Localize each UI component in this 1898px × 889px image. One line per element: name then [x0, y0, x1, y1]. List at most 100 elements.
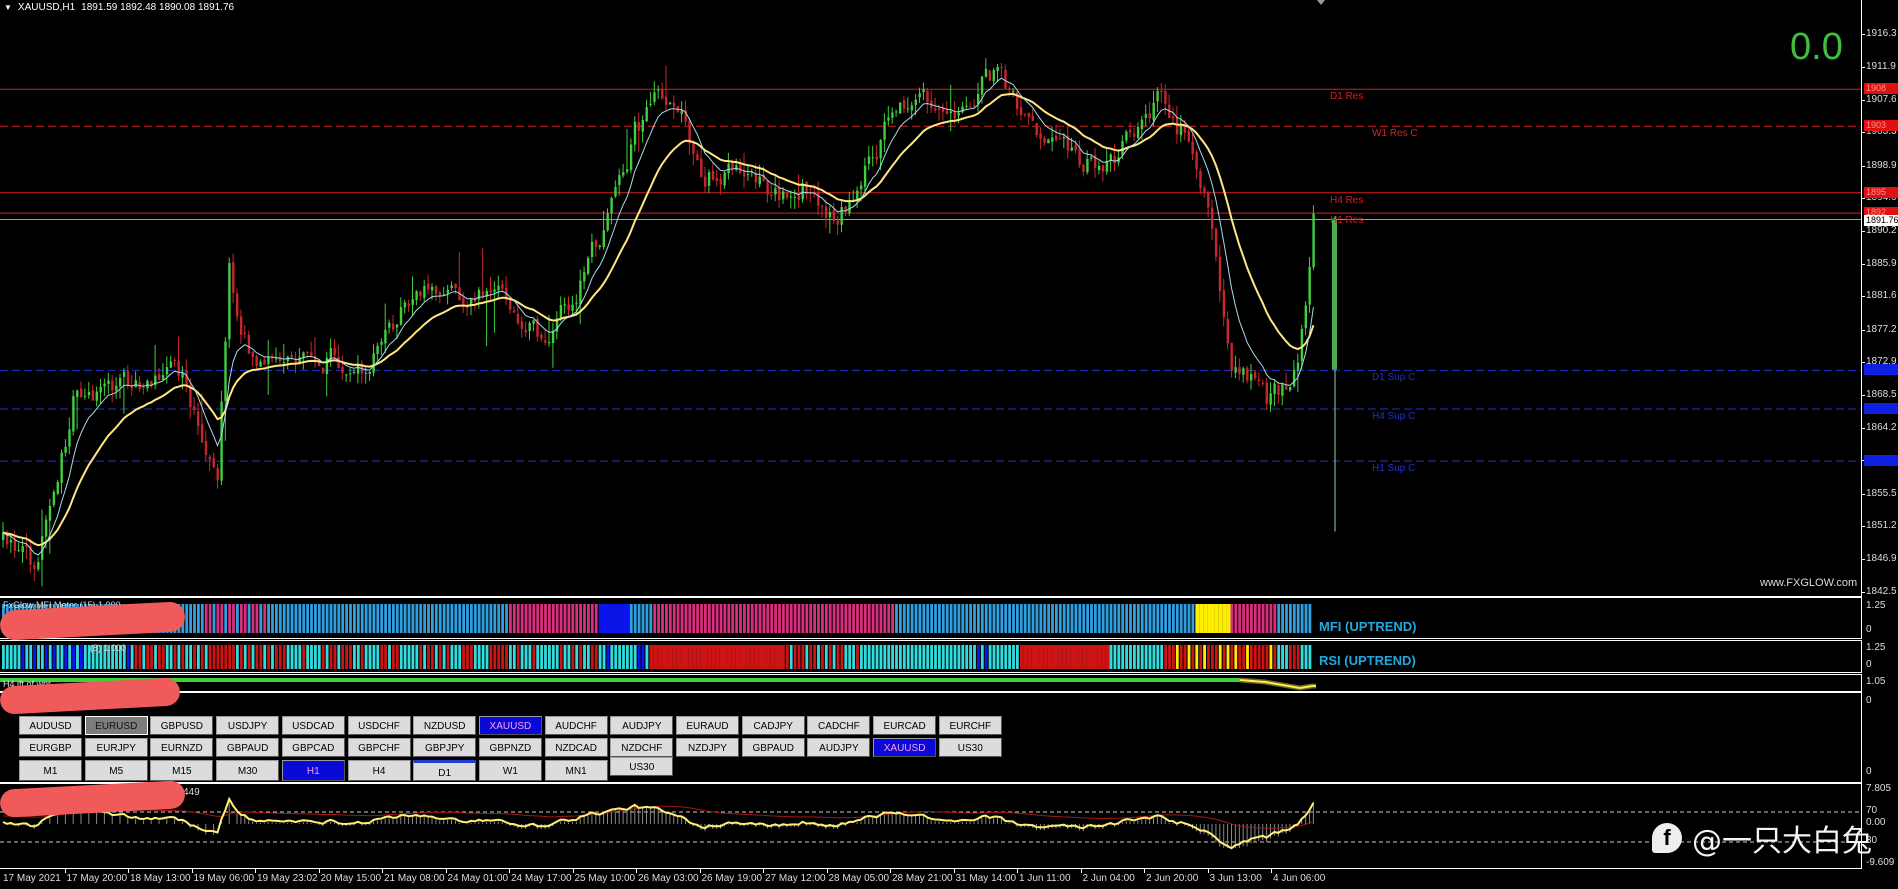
symbol-button-gbpnzd[interactable]: GBPNZD [478, 738, 542, 757]
indicator-bar [852, 604, 855, 633]
time-axis-tick [1080, 869, 1082, 873]
candle-body [548, 342, 551, 344]
symbol-button-eurgbp[interactable]: EURGBP [19, 738, 82, 757]
symbol-button-gbpcad[interactable]: GBPCAD [281, 738, 345, 757]
symbol-button-cadchf[interactable]: CADCHF [807, 716, 871, 735]
indicator-bar [754, 645, 759, 669]
indicator-bar [384, 604, 387, 633]
symbol-button-eurjpy[interactable]: EURJPY [84, 738, 148, 757]
indicator-bar [212, 604, 216, 633]
indicator-bar [255, 604, 259, 633]
candle-body [403, 302, 407, 308]
timeframe-button-d1[interactable]: D1 [413, 760, 477, 781]
candle [645, 99, 648, 122]
timeframe-button-w1[interactable]: W1 [478, 760, 542, 781]
indicator-bar [1051, 604, 1054, 633]
indicator-bar [680, 645, 685, 669]
symbol-button-gbpjpy[interactable]: GBPJPY [413, 738, 477, 757]
timeframe-button-h4[interactable]: H4 [347, 760, 411, 781]
symbol-button-gbpaud[interactable]: GBPAUD [216, 738, 280, 757]
candle [1136, 122, 1140, 139]
symbol-button-xauusd[interactable]: XAUUSD [873, 738, 937, 757]
candle [384, 303, 387, 354]
candle-body [13, 539, 17, 551]
timeframe-button-mn1[interactable]: MN1 [544, 760, 608, 781]
indicator-bar [1292, 645, 1296, 669]
mfi-panel[interactable]: FxGlow MFI Meter (15) 1.000 MFI (UPTREND… [0, 597, 1862, 639]
indicator-bar [965, 645, 969, 669]
candle-body [1195, 152, 1198, 170]
symbol-button-gbpchf[interactable]: GBPCHF [347, 738, 411, 757]
symbol-button-eurcad[interactable]: EURCAD [873, 716, 937, 735]
symbol-button-audjpy[interactable]: AUDJPY [807, 738, 871, 757]
indicator-bar [1234, 645, 1238, 669]
symbol-button-usdjpy[interactable]: USDJPY [216, 716, 280, 735]
symbol-button-us30[interactable]: US30 [610, 757, 674, 776]
h4-wpr-panel[interactable]: H4 ift of wpr [0, 674, 1862, 692]
symbol-button-usdchf[interactable]: USDCHF [347, 716, 411, 735]
symbol-button-eurchf[interactable]: EURCHF [938, 716, 1002, 735]
timeframe-button-m15[interactable]: M15 [150, 760, 214, 781]
indicator-bar [1055, 645, 1059, 669]
symbol-button-eurusd[interactable]: EURUSD [84, 716, 148, 735]
candle-body [1187, 130, 1190, 142]
indicator-bar [411, 645, 415, 669]
indicator-bar [739, 604, 742, 633]
candle [1242, 366, 1245, 383]
symbol-button-usdcad[interactable]: USDCAD [281, 716, 345, 735]
indicator-bar [512, 604, 516, 633]
indicator-bar [286, 604, 290, 633]
symbol-button-nzdusd[interactable]: NZDUSD [413, 716, 477, 735]
symbol-button-cadjpy[interactable]: CADJPY [741, 716, 805, 735]
symbol-button-audjpy[interactable]: AUDJPY [610, 716, 674, 735]
time-axis-label: 18 May 13:00 [130, 873, 191, 884]
indicator-bar [735, 645, 740, 669]
indicator-bar [325, 604, 329, 633]
timeframe-button-m30[interactable]: M30 [216, 760, 280, 781]
candle-body [629, 144, 633, 171]
oscillator-panel[interactable]: 449 [0, 783, 1862, 869]
candle-body [1105, 161, 1109, 172]
rsi-trend-label: RSI (UPTREND) [1319, 653, 1416, 668]
indicator-bar [282, 645, 286, 669]
candle-body [1055, 135, 1058, 141]
candle [1257, 372, 1261, 386]
indicator-bar [1019, 604, 1023, 633]
symbol-button-us30[interactable]: US30 [938, 738, 1002, 757]
main-chart[interactable]: 0.0 www.FXGLOW.com [0, 0, 1862, 597]
symbol-button-gbpusd[interactable]: GBPUSD [150, 716, 214, 735]
symbol-button-xauusd[interactable]: XAUUSD [478, 716, 542, 735]
symbol-button-audusd[interactable]: AUDUSD [19, 716, 82, 735]
symbol-button-eurnzd[interactable]: EURNZD [150, 738, 214, 757]
candle-body [216, 468, 219, 481]
symbol-button-euraud[interactable]: EURAUD [676, 716, 739, 735]
timeframe-button-h1[interactable]: H1 [281, 760, 345, 781]
symbol-button-nzdjpy[interactable]: NZDJPY [676, 738, 739, 757]
candle [505, 276, 508, 305]
candle [626, 128, 629, 175]
candle-body [934, 108, 937, 111]
timeframe-button-m1[interactable]: M1 [19, 760, 82, 781]
candle [680, 101, 683, 123]
candle [434, 285, 438, 301]
candle-body [122, 371, 126, 377]
candle-body [1304, 305, 1307, 329]
symbol-button-nzdchf[interactable]: NZDCHF [610, 738, 674, 757]
symbol-button-gbpaud[interactable]: GBPAUD [741, 738, 805, 757]
indicator-bar [255, 645, 259, 669]
symbol-button-nzdcad[interactable]: NZDCAD [544, 738, 608, 757]
symbol-button-audchf[interactable]: AUDCHF [544, 716, 608, 735]
site-watermark: www.FXGLOW.com [1760, 577, 1858, 589]
price-chart-canvas[interactable] [0, 0, 1861, 596]
timeframe-button-m5[interactable]: M5 [84, 760, 148, 781]
indicator-bar [134, 645, 138, 669]
indicator-bar [314, 604, 317, 633]
candle [528, 321, 531, 341]
indicator-bar [267, 645, 270, 669]
indicator-bar [423, 645, 426, 669]
indicator-bar [700, 645, 704, 669]
rsi-panel[interactable]: (8) 1.000 RSI (UPTREND) [0, 640, 1862, 673]
candle-body [9, 539, 13, 543]
indicator-bar [875, 604, 879, 633]
price-axis-label: 1890.2 [1866, 225, 1897, 237]
